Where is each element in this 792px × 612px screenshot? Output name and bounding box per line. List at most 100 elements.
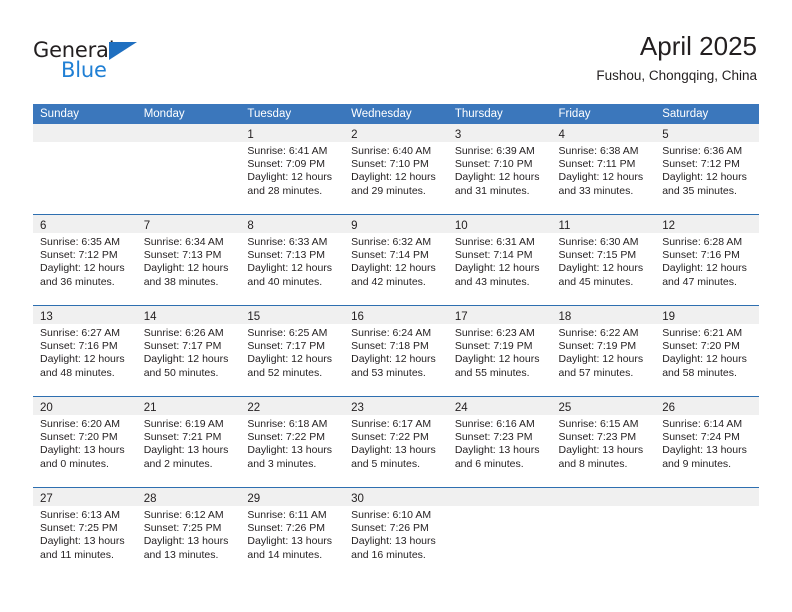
calendar-day-cell[interactable]: 21 Sunrise: 6:19 AM Sunset: 7:21 PM Dayligh… xyxy=(136,396,241,488)
calendar-day-cell[interactable]: 6 Sunrise: 6:35 AM Sunset: 7:12 PM Daylight… xyxy=(33,214,137,306)
day-cell-inner: 17 Sunrise: 6:23 AM Sunset: 7:19 PM Dayligh… xyxy=(447,306,552,396)
day-cell-details xyxy=(655,506,759,509)
day-number-band xyxy=(136,124,241,142)
day-number: 22 xyxy=(247,402,261,414)
calendar-day-cell[interactable]: 28 Sunrise: 6:12 AM Sunset: 7:25 PM Dayligh… xyxy=(136,487,241,578)
sunrise-text: Sunrise: 6:25 AM xyxy=(247,327,328,339)
day-number: 29 xyxy=(247,493,261,505)
day-number: 20 xyxy=(40,402,53,414)
day-cell-inner: 23 Sunrise: 6:17 AM Sunset: 7:22 PM Dayligh… xyxy=(344,397,448,487)
daylight-text-line2: and 31 minutes. xyxy=(454,184,530,197)
day-cell-details: Sunrise: 6:14 AM Sunset: 7:24 PM Daylight:… xyxy=(655,415,759,471)
daylight-text-line1: Daylight: 13 hours xyxy=(143,535,229,548)
day-cell-inner: 10 Sunrise: 6:31 AM Sunset: 7:14 PM Dayligh… xyxy=(447,215,552,305)
calendar-day-cell[interactable]: 25 Sunrise: 6:15 AM Sunset: 7:23 PM Dayligh… xyxy=(551,396,656,488)
calendar-day-cell[interactable]: 27 Sunrise: 6:13 AM Sunset: 7:25 PM Dayligh… xyxy=(33,487,137,578)
triangle-icon xyxy=(109,42,137,60)
day-number: 23 xyxy=(351,402,364,414)
calendar-day-cell-empty xyxy=(136,124,241,215)
sunrise-text: Sunrise: 6:19 AM xyxy=(143,418,224,430)
calendar-day-cell[interactable]: 1 Sunrise: 6:41 AM Sunset: 7:09 PM Daylight… xyxy=(240,124,345,215)
sunrise-text: Sunrise: 6:30 AM xyxy=(558,236,639,248)
day-number-band: 7 xyxy=(136,215,241,233)
sunrise-text: Sunrise: 6:18 AM xyxy=(247,418,328,430)
sunset-text: Sunset: 7:16 PM xyxy=(662,249,740,262)
calendar-day-cell[interactable]: 22 Sunrise: 6:18 AM Sunset: 7:22 PM Dayligh… xyxy=(240,396,345,488)
calendar-day-cell[interactable]: 19 Sunrise: 6:21 AM Sunset: 7:20 PM Dayligh… xyxy=(655,305,759,397)
daylight-text-line1: Daylight: 13 hours xyxy=(143,444,229,457)
calendar-day-cell[interactable]: 12 Sunrise: 6:28 AM Sunset: 7:16 PM Dayligh… xyxy=(655,214,759,306)
sunset-text: Sunset: 7:18 PM xyxy=(351,340,429,353)
daylight-text-line1: Daylight: 13 hours xyxy=(351,535,436,548)
day-cell-details: Sunrise: 6:19 AM Sunset: 7:21 PM Daylight:… xyxy=(137,415,241,471)
day-number: 4 xyxy=(558,129,565,141)
sunrise-text: Sunrise: 6:39 AM xyxy=(454,145,535,157)
day-cell-inner: 29 Sunrise: 6:11 AM Sunset: 7:26 PM Dayligh… xyxy=(240,488,345,578)
day-cell-inner: 19 Sunrise: 6:21 AM Sunset: 7:20 PM Dayligh… xyxy=(655,306,759,396)
calendar-day-cell[interactable]: 3 Sunrise: 6:39 AM Sunset: 7:10 PM Daylight… xyxy=(447,124,552,215)
calendar-day-cell[interactable]: 16 Sunrise: 6:24 AM Sunset: 7:18 PM Dayligh… xyxy=(344,305,448,397)
sunset-text: Sunset: 7:16 PM xyxy=(40,340,118,353)
calendar-day-cell[interactable]: 15 Sunrise: 6:25 AM Sunset: 7:17 PM Dayligh… xyxy=(240,305,345,397)
day-number-band xyxy=(655,488,759,506)
day-number-band: 27 xyxy=(33,488,137,506)
calendar-day-cell[interactable]: 4 Sunrise: 6:38 AM Sunset: 7:11 PM Daylight… xyxy=(551,124,656,215)
calendar-day-cell[interactable]: 5 Sunrise: 6:36 AM Sunset: 7:12 PM Daylight… xyxy=(655,124,759,215)
day-cell-details: Sunrise: 6:32 AM Sunset: 7:14 PM Daylight:… xyxy=(344,233,448,289)
daylight-text-line2: and 57 minutes. xyxy=(558,366,634,379)
calendar-day-cell[interactable]: 8 Sunrise: 6:33 AM Sunset: 7:13 PM Daylight… xyxy=(240,214,345,306)
calendar-page: General Blue April 2025 Fushou, Chongqin… xyxy=(0,0,792,612)
day-cell-details: Sunrise: 6:33 AM Sunset: 7:13 PM Daylight:… xyxy=(240,233,344,289)
day-cell-details: Sunrise: 6:36 AM Sunset: 7:12 PM Daylight:… xyxy=(655,142,759,198)
day-cell-details: Sunrise: 6:20 AM Sunset: 7:20 PM Daylight:… xyxy=(33,415,137,471)
daylight-text-line2: and 36 minutes. xyxy=(40,275,115,288)
calendar-day-cell-empty xyxy=(655,487,759,578)
sunset-text: Sunset: 7:25 PM xyxy=(40,522,118,535)
calendar-day-cell[interactable]: 10 Sunrise: 6:31 AM Sunset: 7:14 PM Dayligh… xyxy=(447,214,552,306)
calendar-day-cell[interactable]: 23 Sunrise: 6:17 AM Sunset: 7:22 PM Dayligh… xyxy=(344,396,448,488)
calendar-day-cell[interactable]: 2 Sunrise: 6:40 AM Sunset: 7:10 PM Daylight… xyxy=(344,124,448,215)
day-number-band xyxy=(447,488,552,506)
title-block: April 2025 Fushou, Chongqing, China xyxy=(596,32,757,84)
calendar-day-cell[interactable]: 13 Sunrise: 6:27 AM Sunset: 7:16 PM Dayligh… xyxy=(33,305,137,397)
calendar-day-cell[interactable]: 17 Sunrise: 6:23 AM Sunset: 7:19 PM Dayligh… xyxy=(447,305,552,397)
daylight-text-line2: and 35 minutes. xyxy=(662,184,737,197)
day-cell-details: Sunrise: 6:35 AM Sunset: 7:12 PM Daylight:… xyxy=(33,233,137,289)
calendar-day-cell[interactable]: 29 Sunrise: 6:11 AM Sunset: 7:26 PM Dayligh… xyxy=(240,487,345,578)
day-number-band: 28 xyxy=(136,488,241,506)
day-cell-inner: 11 Sunrise: 6:30 AM Sunset: 7:15 PM Dayligh… xyxy=(551,215,656,305)
calendar-day-cell[interactable]: 24 Sunrise: 6:16 AM Sunset: 7:23 PM Dayligh… xyxy=(447,396,552,488)
calendar-day-cell[interactable]: 20 Sunrise: 6:20 AM Sunset: 7:20 PM Dayligh… xyxy=(33,396,137,488)
daylight-text-line1: Daylight: 12 hours xyxy=(143,262,229,275)
sunrise-text: Sunrise: 6:16 AM xyxy=(454,418,535,430)
day-cell-inner: 24 Sunrise: 6:16 AM Sunset: 7:23 PM Dayligh… xyxy=(447,397,552,487)
day-cell-inner: 6 Sunrise: 6:35 AM Sunset: 7:12 PM Daylight… xyxy=(33,215,137,305)
daylight-text-line1: Daylight: 13 hours xyxy=(40,535,125,548)
calendar-day-cell[interactable]: 9 Sunrise: 6:32 AM Sunset: 7:14 PM Daylight… xyxy=(344,214,448,306)
day-cell-details xyxy=(448,506,552,509)
day-cell-inner xyxy=(655,488,759,578)
calendar-day-cell[interactable]: 7 Sunrise: 6:34 AM Sunset: 7:13 PM Daylight… xyxy=(136,214,241,306)
day-number-band: 11 xyxy=(551,215,656,233)
daylight-text-line1: Daylight: 12 hours xyxy=(454,353,540,366)
sunrise-text: Sunrise: 6:34 AM xyxy=(143,236,224,248)
sunset-text: Sunset: 7:21 PM xyxy=(143,431,222,444)
calendar-day-cell[interactable]: 18 Sunrise: 6:22 AM Sunset: 7:19 PM Dayligh… xyxy=(551,305,656,397)
generalblue-logo[interactable]: General Blue xyxy=(33,40,153,84)
calendar-day-cell[interactable]: 11 Sunrise: 6:30 AM Sunset: 7:15 PM Dayligh… xyxy=(551,214,656,306)
day-cell-details: Sunrise: 6:10 AM Sunset: 7:26 PM Daylight:… xyxy=(344,506,448,562)
calendar-day-cell-empty xyxy=(551,487,656,578)
sunrise-text: Sunrise: 6:26 AM xyxy=(143,327,224,339)
calendar-day-cell[interactable]: 14 Sunrise: 6:26 AM Sunset: 7:17 PM Dayligh… xyxy=(136,305,241,397)
sunset-text: Sunset: 7:14 PM xyxy=(351,249,429,262)
day-number-band: 5 xyxy=(655,124,759,142)
day-cell-inner xyxy=(136,124,241,214)
day-cell-details: Sunrise: 6:11 AM Sunset: 7:26 PM Daylight:… xyxy=(240,506,344,562)
daylight-text-line1: Daylight: 13 hours xyxy=(454,444,540,457)
calendar-week-row: 13 Sunrise: 6:27 AM Sunset: 7:16 PM Dayligh… xyxy=(33,305,759,397)
daylight-text-line2: and 40 minutes. xyxy=(247,275,323,288)
day-cell-details: Sunrise: 6:23 AM Sunset: 7:19 PM Daylight:… xyxy=(448,324,552,380)
day-cell-inner: 5 Sunrise: 6:36 AM Sunset: 7:12 PM Daylight… xyxy=(655,124,759,214)
calendar-day-cell[interactable]: 26 Sunrise: 6:14 AM Sunset: 7:24 PM Dayligh… xyxy=(655,396,759,488)
calendar-day-cell[interactable]: 30 Sunrise: 6:10 AM Sunset: 7:26 PM Dayligh… xyxy=(344,487,448,578)
